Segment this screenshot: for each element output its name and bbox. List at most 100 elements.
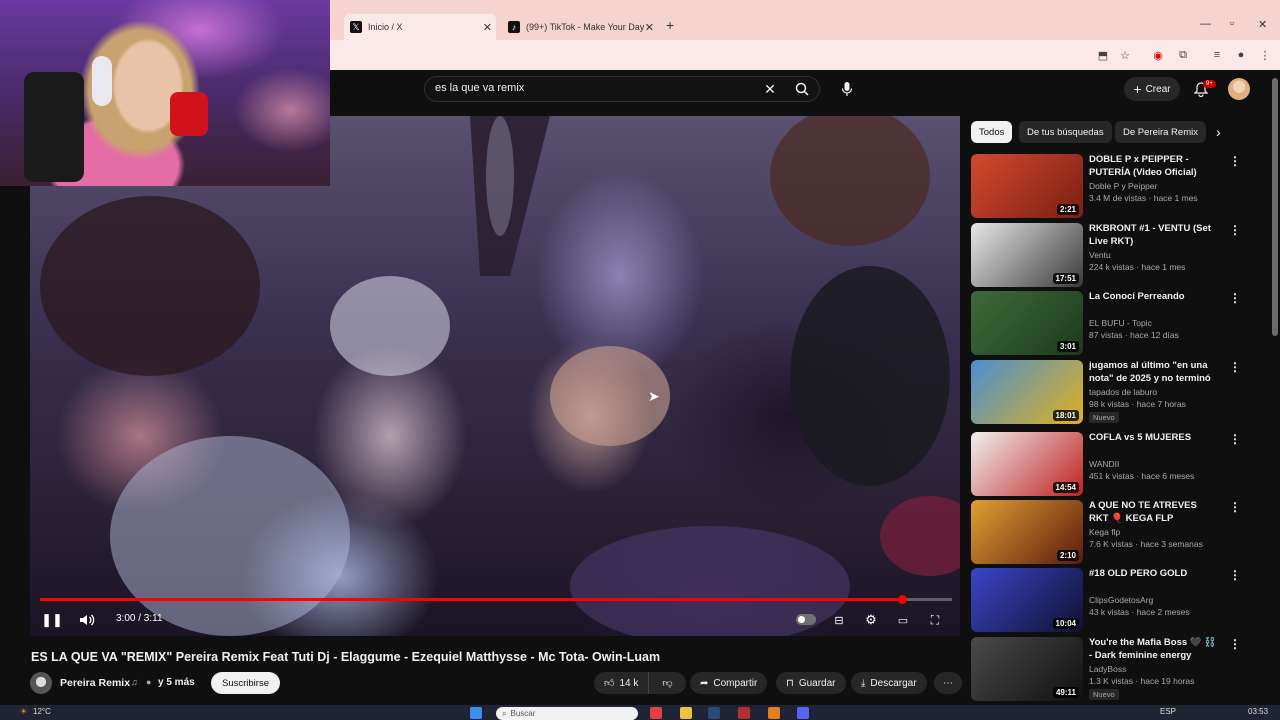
recommendation-title[interactable]: #18 OLD PERO GOLD — [1089, 568, 1219, 581]
chip-de-tus-busquedas[interactable]: De tus búsquedas — [1019, 121, 1112, 143]
extensions-icon[interactable]: ⧉ — [1176, 48, 1190, 62]
more-vertical-icon[interactable]: ⋮ — [1229, 500, 1241, 514]
more-vertical-icon[interactable]: ⋮ — [1229, 154, 1241, 168]
recommendation-title[interactable]: A QUE NO TE ATREVES RKT 🎈 KEGA FLP — [1089, 500, 1219, 525]
settings-gear-icon[interactable]: ⚙ — [862, 612, 880, 628]
new-badge: Nuevo — [1089, 412, 1119, 423]
taskbar-search[interactable]: ⌕ Buscar — [496, 707, 638, 720]
like-button[interactable]: 👍︎ 14 k — [594, 672, 650, 694]
install-icon[interactable]: ⬒ — [1096, 48, 1110, 62]
steam-icon[interactable] — [708, 707, 720, 719]
profile-icon[interactable]: ● — [1234, 48, 1248, 62]
save-button[interactable]: ⊓ Guardar — [776, 672, 846, 694]
video-thumbnail[interactable]: 18:01 — [971, 360, 1083, 424]
download-button[interactable]: ⤓ Descargar — [851, 672, 927, 694]
more-vertical-icon[interactable]: ⋮ — [1229, 291, 1241, 305]
more-vertical-icon[interactable]: ⋮ — [1229, 223, 1241, 237]
subscribe-button[interactable]: Suscribirse — [211, 672, 280, 694]
maximize-icon[interactable]: ▫ — [1230, 18, 1234, 30]
tab-tiktok[interactable]: ♪ (99+) TikTok - Make Your Day ✕ — [502, 14, 658, 40]
recommendation-item[interactable]: 3:01 La Conocí Perreando EL BUFU - Topic 87… — [971, 291, 1271, 355]
account-avatar[interactable] — [1228, 78, 1250, 100]
video-thumbnail[interactable]: 14:54 — [971, 432, 1083, 496]
recommendation-item[interactable]: 2:21 DOBLE P x PEIPPER - PUTERÍA (Video O… — [971, 154, 1271, 218]
recommendation-item[interactable]: 2:10 A QUE NO TE ATREVES RKT 🎈 KEGA FLP Ke… — [971, 500, 1271, 564]
more-actions-button[interactable]: ⋯ — [934, 672, 962, 694]
new-tab-button[interactable]: + — [666, 17, 674, 33]
video-thumbnail[interactable]: 3:01 — [971, 291, 1083, 355]
theater-mode-icon[interactable]: ▭ — [894, 612, 912, 628]
minimize-icon[interactable]: — — [1200, 18, 1211, 30]
scrollbar-thumb[interactable] — [1272, 78, 1278, 336]
video-player[interactable] — [30, 116, 960, 636]
taskbar-language[interactable]: ESP — [1160, 707, 1176, 716]
app-icon[interactable] — [768, 707, 780, 719]
search-input[interactable] — [435, 82, 755, 94]
search-box[interactable] — [424, 76, 820, 102]
discord-icon[interactable] — [797, 707, 809, 719]
create-button[interactable]: + Crear — [1124, 77, 1180, 101]
share-button[interactable]: ➦ Compartir — [690, 672, 768, 694]
recommendation-title[interactable]: DOBLE P x PEIPPER - PUTERÍA (Video Ofici… — [1089, 154, 1219, 179]
recommendation-title[interactable]: La Conocí Perreando — [1089, 291, 1219, 304]
dislike-button[interactable]: 👎︎ — [654, 677, 680, 689]
search-icon[interactable] — [792, 78, 812, 100]
fullscreen-icon[interactable]: ⛶ — [926, 612, 944, 628]
volume-icon[interactable] — [78, 612, 96, 628]
bookmark-star-icon[interactable]: ☆ — [1118, 48, 1132, 62]
video-duration: 3:01 — [1056, 341, 1079, 352]
recommendation-channel[interactable]: WANDII — [1089, 459, 1119, 469]
opera-gx-icon[interactable] — [738, 707, 750, 719]
video-thumbnail[interactable]: 2:10 — [971, 500, 1083, 564]
more-channels-link[interactable]: y 5 más — [158, 677, 195, 688]
recommendation-item[interactable]: 14:54 COFLA vs 5 MUJERES WANDII 451 k vista… — [971, 432, 1271, 496]
video-thumbnail[interactable]: 10:04 — [971, 568, 1083, 632]
search-icon: ⌕ — [502, 708, 507, 718]
recommendation-title[interactable]: COFLA vs 5 MUJERES — [1089, 432, 1219, 445]
recommendation-item[interactable]: 10:04 #18 OLD PERO GOLD ClipsGodetosArg 43 … — [971, 568, 1271, 632]
recommendation-title[interactable]: jugamos al último "en una nota" de 2025 … — [1089, 360, 1219, 385]
recommendation-item[interactable]: 18:01 jugamos al último "en una nota" de … — [971, 360, 1271, 424]
start-button[interactable] — [470, 707, 482, 719]
close-icon[interactable]: ✕ — [483, 21, 492, 34]
recommendation-title[interactable]: You're the Mafia Boss 🖤 ⛓️ - Dark femini… — [1089, 637, 1219, 662]
recommendation-channel[interactable]: Kega flp — [1089, 527, 1120, 537]
video-thumbnail[interactable]: 17:51 — [971, 223, 1083, 287]
channel-avatar[interactable] — [30, 672, 52, 694]
chip-de-pereira-remix[interactable]: De Pereira Remix — [1115, 121, 1206, 143]
recommendation-channel[interactable]: EL BUFU - Topic — [1089, 318, 1152, 328]
video-thumbnail[interactable]: 2:21 — [971, 154, 1083, 218]
tab-x[interactable]: 𝕏 Inicio / X ✕ — [344, 14, 496, 40]
chip-todos[interactable]: Todos — [971, 121, 1013, 143]
file-explorer-icon[interactable] — [680, 707, 692, 719]
more-vertical-icon[interactable]: ⋮ — [1229, 568, 1241, 582]
voice-search-icon[interactable] — [836, 78, 858, 100]
video-thumbnail[interactable]: 49:11 — [971, 637, 1083, 701]
close-icon[interactable]: ✕ — [645, 21, 654, 34]
recommendation-channel[interactable]: Ventu — [1089, 250, 1111, 260]
more-vertical-icon[interactable]: ⋮ — [1229, 637, 1241, 651]
recommendation-item[interactable]: 49:11 You're the Mafia Boss 🖤 ⛓️ - Dark f… — [971, 637, 1271, 701]
recommendation-channel[interactable]: LadyBoss — [1089, 664, 1126, 674]
media-icon[interactable]: ≡ — [1210, 48, 1224, 62]
menu-icon[interactable]: ⋮ — [1258, 48, 1272, 62]
recommendation-item[interactable]: 17:51 RKBRONT #1 - VENTU (Set Live RKT) Ve… — [971, 223, 1271, 287]
taskbar-clock[interactable]: 03:53 — [1248, 707, 1268, 716]
chrome-icon[interactable] — [650, 707, 662, 719]
weather-temp[interactable]: 12°C — [33, 707, 51, 716]
opera-icon[interactable]: ◉ — [1151, 48, 1165, 62]
recommendation-channel[interactable]: ClipsGodetosArg — [1089, 595, 1153, 605]
clear-search-icon[interactable]: ✕ — [762, 78, 778, 100]
subtitles-icon[interactable]: ⊟ — [830, 612, 848, 628]
autoplay-toggle[interactable] — [796, 614, 816, 625]
close-window-icon[interactable]: ✕ — [1258, 18, 1267, 31]
chevron-right-icon[interactable]: › — [1216, 124, 1221, 140]
recommendation-channel[interactable]: Doble P y Peipper — [1089, 181, 1157, 191]
more-vertical-icon[interactable]: ⋮ — [1229, 432, 1241, 446]
channel-name[interactable]: Pereira Remix — [60, 677, 130, 689]
progress-scrubber[interactable] — [897, 595, 907, 604]
more-vertical-icon[interactable]: ⋮ — [1229, 360, 1241, 374]
recommendation-channel[interactable]: tapados de laburo — [1089, 387, 1157, 397]
pause-icon[interactable]: ❚❚ — [41, 612, 63, 628]
recommendation-title[interactable]: RKBRONT #1 - VENTU (Set Live RKT) — [1089, 223, 1219, 248]
